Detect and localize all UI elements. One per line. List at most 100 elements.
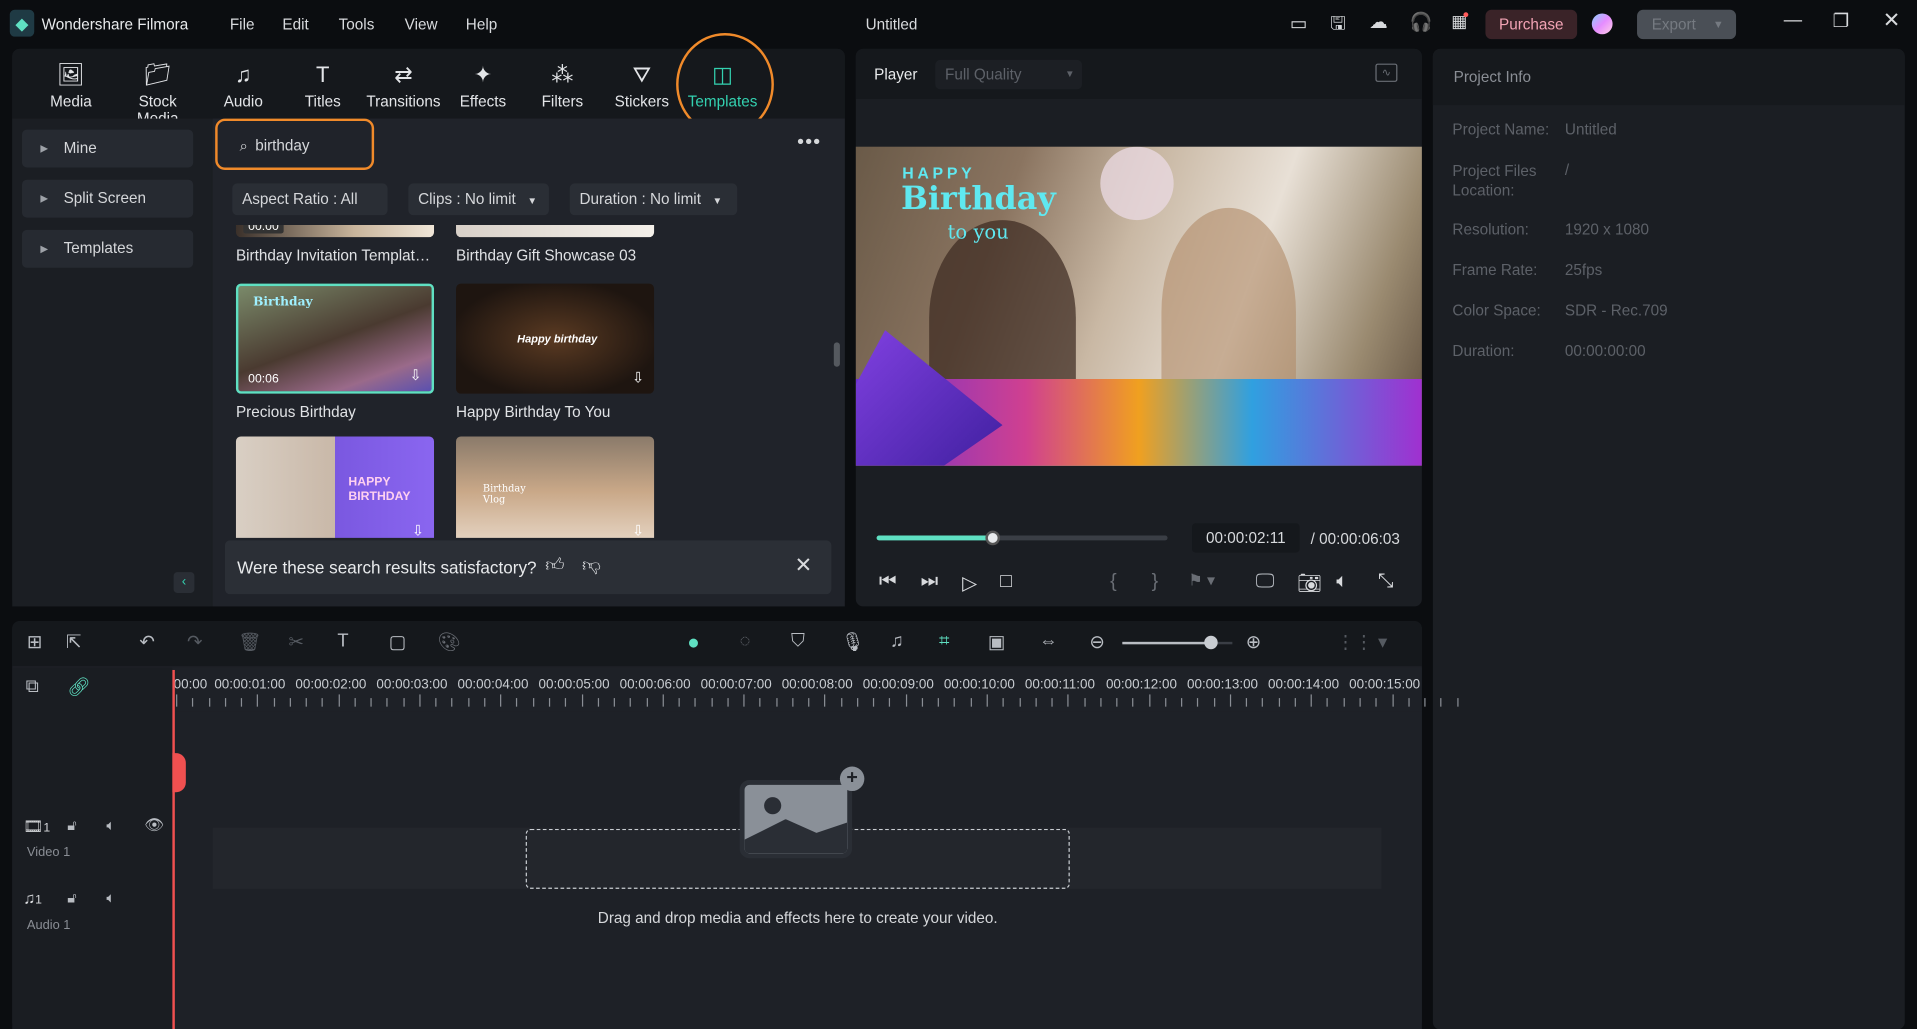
shield-marker-icon[interactable]: ⛉ — [791, 631, 805, 652]
search-input[interactable]: ⌕ birthday — [215, 118, 375, 170]
auto-render-icon[interactable]: ◌ — [740, 631, 751, 652]
menu-tools[interactable]: Tools — [339, 16, 375, 33]
fit-timeline-icon[interactable]: ⇔ — [1039, 631, 1057, 652]
download-icon[interactable]: ⇩ — [409, 367, 421, 384]
tab-media[interactable]: 🖼︎ Media — [31, 61, 112, 110]
playhead-line[interactable] — [172, 669, 175, 1029]
minimize-icon[interactable]: — — [1784, 10, 1802, 31]
close-window-icon[interactable]: ✕ — [1883, 9, 1900, 33]
zoom-out-icon[interactable]: ⊖ — [1089, 631, 1104, 653]
scopes-icon[interactable]: ∿ — [1375, 63, 1398, 82]
export-button[interactable]: Export ▼ — [1637, 9, 1737, 40]
track-options-icon[interactable]: ⋮⋮ ▾ — [1336, 631, 1387, 653]
tab-filters[interactable]: ⁂ Filters — [522, 61, 603, 110]
visibility-eye-icon[interactable]: 👁︎ — [144, 815, 164, 835]
text-icon[interactable]: T — [337, 631, 348, 652]
marker-icon[interactable]: ⚑ ▾ — [1188, 571, 1215, 591]
timeline-zoom-slider[interactable] — [1122, 635, 1233, 650]
crop-icon[interactable]: ▢ — [389, 631, 406, 653]
color-palette-icon[interactable]: 🎨︎ — [438, 631, 461, 653]
ai-assistant-icon[interactable]: ● — [687, 631, 700, 655]
tab-transitions[interactable]: ⇄ Transitions — [363, 61, 444, 110]
lock-icon[interactable]: 🔓︎ — [67, 817, 77, 835]
menu-view[interactable]: View — [405, 16, 438, 33]
layout-grid-icon[interactable]: ⊞ — [27, 631, 42, 653]
add-track-icon[interactable]: ⧉ — [26, 676, 39, 697]
ruler-tick — [1067, 694, 1069, 707]
display-icon[interactable]: 🖵 — [1256, 571, 1275, 593]
restore-icon[interactable]: ❐ — [1833, 10, 1849, 32]
template-card-selected[interactable]: Birthday 00:06 ⇩ Precious Birthday — [235, 283, 435, 421]
duration-filter[interactable]: Duration : No limit ▼ — [569, 183, 738, 216]
close-feedback-icon[interactable]: ✕ — [795, 554, 812, 578]
purchase-button[interactable]: Purchase — [1485, 9, 1578, 40]
avatar[interactable] — [1591, 13, 1613, 35]
headset-icon[interactable]: 🎧 — [1410, 11, 1433, 33]
template-card[interactable]: Birthday Gift Showcase 03 — [456, 224, 655, 264]
sidebar-item-split-screen[interactable]: ▶ Split Screen — [22, 179, 194, 218]
player-label: Player — [874, 66, 918, 84]
microphone-icon[interactable]: 🎙︎ — [841, 631, 864, 653]
layout-icon[interactable]: ▭ — [1290, 12, 1307, 34]
tab-stock-media[interactable]: 📁︎Stock Media — [116, 61, 199, 127]
clips-filter[interactable]: Clips : No limit ▼ — [408, 183, 549, 216]
download-icon[interactable]: ⇩ — [632, 369, 644, 386]
ruler-tick — [1456, 698, 1458, 707]
playhead-handle[interactable] — [172, 753, 186, 793]
template-card[interactable]: Happy birthday ⇩ Happy Birthday To You — [456, 283, 655, 421]
audio-list-icon[interactable]: ♫ — [890, 631, 904, 652]
info-label: Duration: — [1452, 342, 1515, 360]
mute-icon[interactable]: 🔈︎ — [106, 817, 115, 835]
collapse-sidebar-button[interactable]: ‹ — [173, 572, 195, 593]
split-snap-icon[interactable]: ⌗ — [939, 631, 949, 652]
cut-icon[interactable]: ✂ — [289, 631, 304, 653]
template-card[interactable]: HAPPY BIRTHDAY ⇩ — [235, 436, 435, 538]
menu-file[interactable]: File — [230, 16, 255, 33]
track-name: Audio 1 — [26, 918, 71, 933]
play-icon[interactable]: ▷ — [962, 571, 977, 595]
current-time[interactable]: 00:00:02:11 — [1192, 523, 1300, 553]
template-card[interactable]: Birthday Vlog ⇩ — [456, 436, 655, 538]
next-frame-icon[interactable]: ⏭ — [921, 571, 939, 593]
previous-frame-icon[interactable]: ⏮ — [879, 571, 897, 593]
aspect-ratio-filter[interactable]: Aspect Ratio : All ▼ — [232, 183, 388, 238]
link-icon[interactable]: 🔗︎ — [67, 676, 90, 698]
delete-icon[interactable]: 🗑︎ — [238, 631, 261, 653]
save-icon[interactable]: 🖫 — [1330, 11, 1346, 42]
tab-effects[interactable]: ✦ Effects — [443, 61, 524, 110]
cloud-icon[interactable]: ☁ — [1369, 11, 1387, 33]
redo-icon[interactable]: ↷ — [187, 631, 202, 653]
download-icon[interactable]: ⇩ — [632, 522, 644, 538]
mark-in-icon[interactable]: { — [1110, 571, 1117, 593]
thumbs-up-icon[interactable]: 👍︎ — [545, 555, 564, 577]
add-media-plus-icon[interactable]: + — [839, 766, 865, 792]
library-scrollbar[interactable] — [833, 342, 840, 367]
sidebar-item-templates[interactable]: ▶ Templates — [22, 229, 194, 268]
mark-out-icon[interactable]: } — [1152, 571, 1159, 593]
tab-stickers[interactable]: ⛛ Stickers — [602, 61, 683, 110]
fullscreen-icon[interactable]: ⤡ — [1378, 571, 1394, 593]
sidebar-item-mine[interactable]: ▶ Mine — [22, 129, 194, 168]
zoom-handle[interactable] — [1204, 635, 1218, 650]
lock-icon[interactable]: 🔓︎ — [67, 889, 77, 907]
undo-icon[interactable]: ↶ — [139, 631, 154, 653]
download-icon[interactable]: ⇩ — [412, 522, 424, 538]
menu-help[interactable]: Help — [466, 16, 497, 33]
playback-slider[interactable] — [876, 530, 1168, 546]
snapshot-icon[interactable]: 📷︎ — [1297, 571, 1322, 595]
mute-icon[interactable]: 🔈︎ — [106, 889, 115, 907]
tab-label: Media — [50, 92, 92, 111]
tab-titles[interactable]: T Titles — [282, 61, 363, 110]
zoom-in-icon[interactable]: ⊕ — [1246, 631, 1261, 653]
volume-icon[interactable]: 🔈︎ — [1336, 571, 1348, 593]
thumbs-down-icon[interactable]: 👎︎ — [582, 555, 601, 577]
stop-icon[interactable]: □ — [1000, 571, 1012, 593]
preview-clip-icon[interactable]: ▣ — [988, 631, 1005, 653]
more-options-icon[interactable]: ••• — [797, 132, 821, 154]
menu-edit[interactable]: Edit — [282, 16, 308, 33]
template-card[interactable]: 00:00 Birthday Invitation Template... — [235, 224, 435, 264]
select-tool-icon[interactable]: ⇱ — [66, 631, 81, 653]
time-ruler[interactable]: 00:00 00:00:01:00 00:00:02:00 00:00:03:00 00… — [172, 667, 1458, 712]
tab-audio[interactable]: ♫ Audio — [203, 61, 284, 110]
quality-dropdown[interactable]: Full Quality ▼ — [935, 59, 1082, 90]
